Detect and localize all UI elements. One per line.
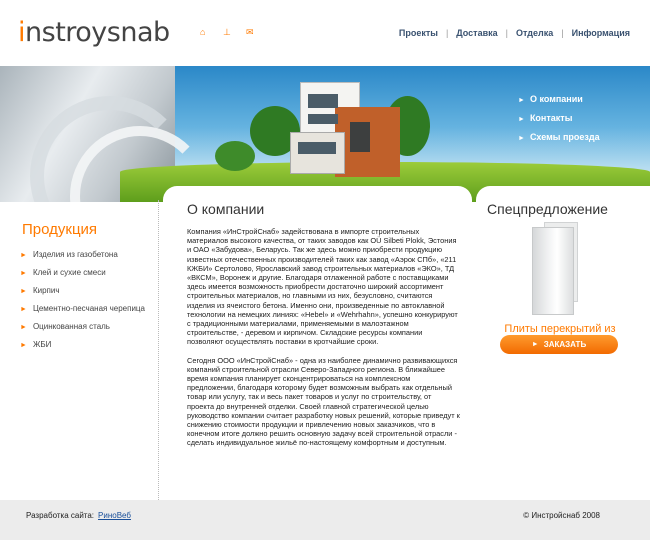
about-paragraph: Сегодня ООО «ИнСтройСнаб» - одна из наиб… — [187, 355, 460, 448]
about-title: О компании — [187, 201, 265, 217]
banner-house-image — [290, 82, 400, 182]
nav-separator: | — [445, 28, 449, 38]
banner-menu-item[interactable]: ► Схемы проезда — [518, 132, 600, 142]
nav-info[interactable]: Информация — [572, 28, 630, 38]
logo[interactable]: instroysnab — [18, 17, 170, 48]
nav-separator: | — [561, 28, 564, 38]
bullet-icon: ► — [20, 288, 27, 295]
arrow-right-icon: ► — [518, 97, 525, 104]
copyright: © Инстройснаб 2008 — [523, 511, 600, 520]
arrow-right-icon: ► — [531, 341, 539, 348]
slab-image — [532, 227, 574, 315]
arrow-right-icon: ► — [518, 135, 525, 142]
product-item[interactable]: ► Цементно-песчаная черепица — [20, 304, 145, 313]
home-icon[interactable]: ⌂ — [200, 28, 209, 37]
product-item[interactable]: ► Кирпич — [20, 286, 145, 295]
sitemap-icon[interactable]: ⊥ — [223, 28, 232, 37]
order-button[interactable]: ► ЗАКАЗАТЬ — [500, 335, 618, 354]
bullet-icon: ► — [20, 306, 27, 313]
divider — [158, 200, 159, 500]
product-item[interactable]: ► Оцинкованная сталь — [20, 322, 145, 331]
header: instroysnab ⌂ ⊥ ✉ Проекты | Доставка | О… — [0, 0, 650, 66]
bullet-icon: ► — [20, 252, 27, 259]
products-list: ► Изделия из газобетона ► Клей и сухие сме… — [20, 250, 145, 358]
about-text: Компания «ИнСтройСнаб» задействована в и… — [187, 227, 460, 457]
banner-menu: ► О компании ► Контакты ► Схемы проезда — [518, 94, 600, 151]
banner-menu-item[interactable]: ► Контакты — [518, 113, 600, 123]
mail-icon[interactable]: ✉ — [246, 28, 255, 37]
banner-menu-item[interactable]: ► О компании — [518, 94, 600, 104]
nav-delivery[interactable]: Доставка — [456, 28, 497, 38]
product-item[interactable]: ► Клей и сухие смеси — [20, 268, 145, 277]
footer: Разработка сайта: РиноВеб © Инстройснаб 2… — [0, 500, 650, 540]
developer-credit: Разработка сайта: РиноВеб — [26, 511, 131, 520]
nav-finishing[interactable]: Отделка — [516, 28, 553, 38]
products-title: Продукция — [22, 221, 98, 238]
about-paragraph: Компания «ИнСтройСнаб» задействована в и… — [187, 227, 458, 347]
header-icons: ⌂ ⊥ ✉ — [200, 28, 255, 37]
bullet-icon: ► — [20, 270, 27, 277]
top-nav: Проекты | Доставка | Отделка | Информаци… — [399, 28, 630, 38]
bullet-icon: ► — [20, 342, 27, 349]
nav-projects[interactable]: Проекты — [399, 28, 438, 38]
arrow-right-icon: ► — [518, 116, 525, 123]
special-title: Спецпредложение — [487, 201, 608, 217]
product-item[interactable]: ► Изделия из газобетона — [20, 250, 145, 259]
developer-link[interactable]: РиноВеб — [98, 511, 131, 520]
product-item[interactable]: ► ЖБИ — [20, 340, 145, 349]
bullet-icon: ► — [20, 324, 27, 331]
nav-separator: | — [505, 28, 508, 38]
